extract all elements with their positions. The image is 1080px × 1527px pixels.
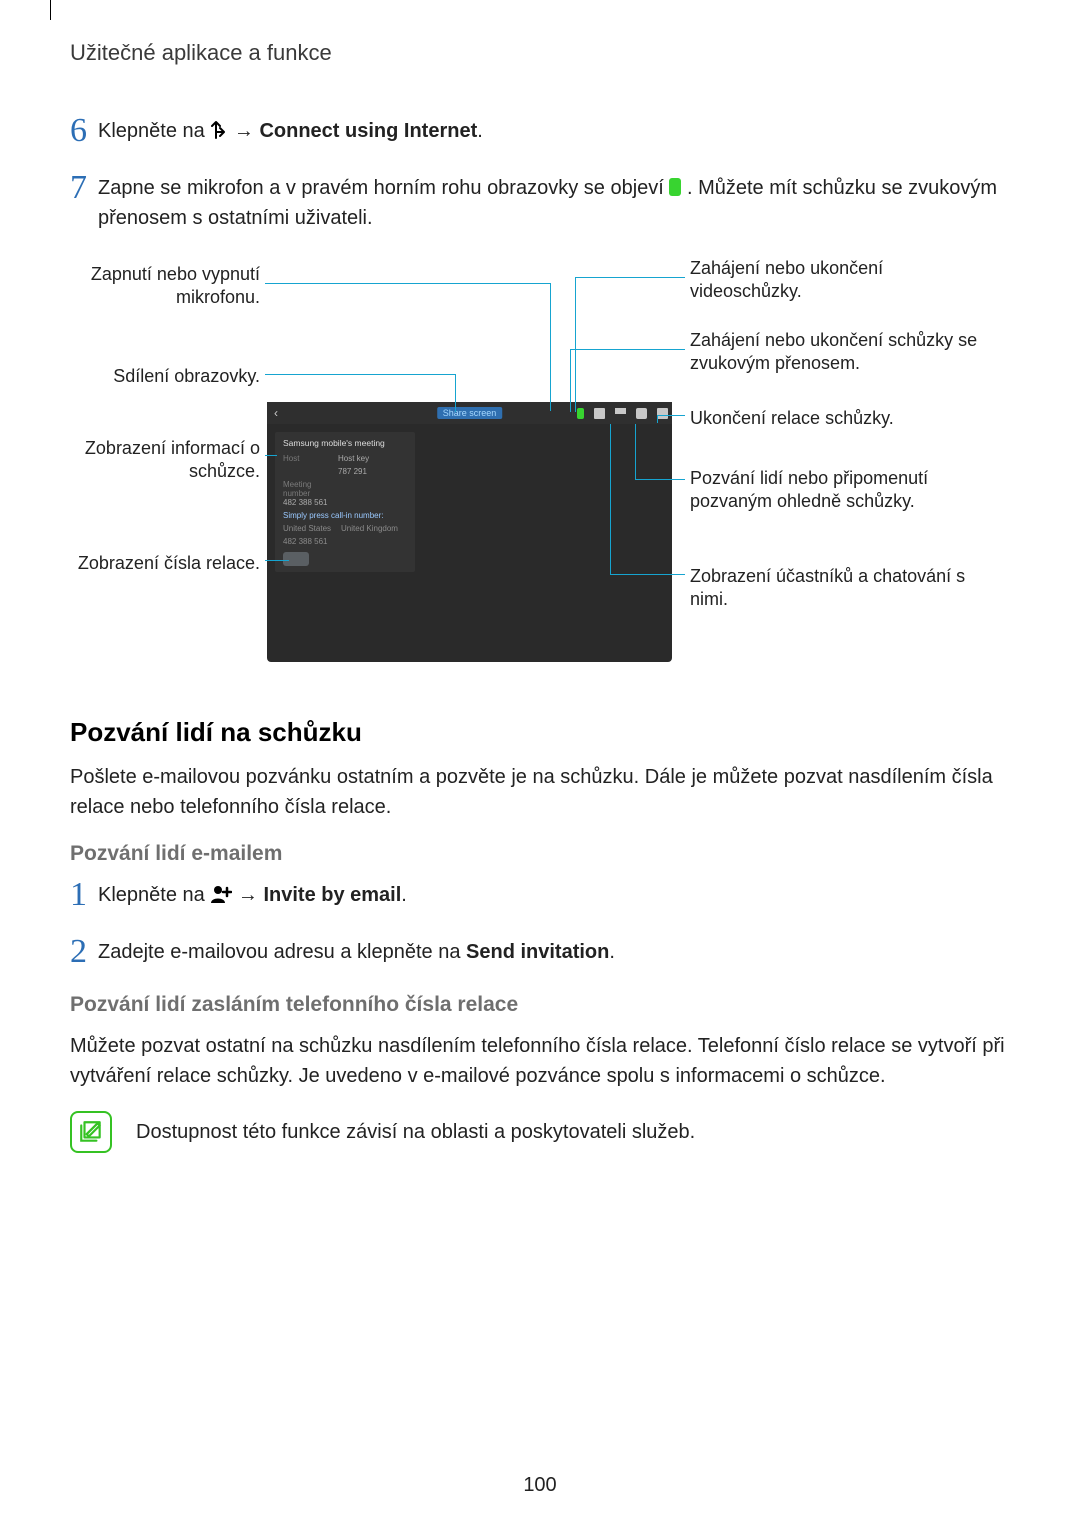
pointer [265,374,455,375]
camera-icon [594,408,605,419]
toolbar-icons [577,408,668,419]
pointer [610,424,611,574]
arrow: → [234,120,254,142]
panel-v: Host key [338,454,369,463]
s2-b: . [609,941,615,963]
pointer [265,455,277,456]
step7-a: Zapne se mikrofon a v pravém horním rohu… [98,177,669,199]
panel-k [283,467,328,476]
panel-k: Host [283,454,328,463]
step-number-2: 2 [70,935,98,969]
s1-prefix: Klepněte na [98,884,210,906]
pointer [610,574,685,575]
meeting-num-label: Meeting number [283,480,328,498]
step-7-body: Zapne se mikrofon a v pravém horním rohu… [98,173,1010,233]
add-person-icon [636,408,647,419]
s1-suffix: . [401,884,407,906]
pointer [570,349,685,350]
phone-row: United States United Kingdom [283,524,407,533]
step6-prefix: Klepněte na [98,120,210,142]
page-number: 100 [0,1474,1080,1497]
phone-c1: United States [283,524,331,533]
top-margin-rule [50,0,51,20]
sub1-step-1: 1 Klepněte na → Invite by email. [70,880,1010,913]
pointer [550,283,551,411]
panel-row: Host Host key [283,454,407,463]
sub1-step2-body: Zadejte e-mailovou adresu a klepněte na … [98,937,1010,967]
page-content: Užitečné aplikace a funkce 6 Klepněte na… [0,0,1080,1153]
pointer [657,415,658,423]
panel-v: 787 291 [338,467,367,476]
pointer [265,560,289,561]
arrow: → [238,884,258,906]
note-row: Dostupnost této funkce závisí na oblasti… [70,1111,1010,1153]
s2-a: Zadejte e-mailovou adresu a klepněte na [98,941,466,963]
panel-row: 787 291 [283,467,407,476]
page-header: Užitečné aplikace a funkce [70,40,1010,66]
sub1-title: Pozvání lidí e-mailem [70,842,1010,866]
pointer [455,374,456,412]
pointer [635,424,636,479]
note-icon [70,1111,112,1153]
sub1-step-2: 2 Zadejte e-mailovou adresu a klepněte n… [70,937,1010,969]
mic-indicator-icon [669,178,681,196]
pointer [570,349,571,412]
callout-invite-people: Pozvání lidí nebo připomenutí pozvaným o… [690,467,990,514]
phone-c1: 482 388 561 [283,537,328,546]
dial-in-badge [283,552,309,566]
participants-icon [615,408,626,419]
step-number-6: 6 [70,114,98,148]
pointer [657,415,685,416]
phone-c2: United Kingdom [341,524,398,533]
sub2-title: Pozvání lidí zasláním telefonního čísla … [70,993,1010,1017]
mic-icon [577,408,584,419]
step-6: 6 Klepněte na → Connect using Internet. [70,116,1010,149]
exit-icon [657,408,668,419]
annotated-figure: Zapnutí nebo vypnutí mikrofonu. Sdílení … [70,257,1010,677]
panel-title: Samsung mobile's meeting [283,438,407,448]
callout-share-screen: Sdílení obrazovky. [70,365,260,388]
add-person-icon [210,883,232,913]
callout-audio-call: Zahájení nebo ukončení schůzky se zvukov… [690,329,990,376]
pointer [635,479,685,480]
step-6-body: Klepněte na → Connect using Internet. [98,116,1010,149]
callout-meeting-info: Zobrazení informací o schůzce. [70,437,260,484]
section-body: Pošlete e-mailovou pozvánku ostatním a p… [70,762,1010,822]
meeting-info-panel: Samsung mobile's meeting Host Host key 7… [275,432,415,572]
connection-icon [210,119,228,149]
join-line: Simply press call-in number: [283,511,407,520]
tablet-mockup: ‹ Share screen Samsung mobile's meeting … [267,402,672,662]
s1-bold: Invite by email [263,884,401,906]
meeting-num: 482 388 561 [283,498,407,507]
sub2-body: Můžete pozvat ostatní na schůzku nasdíle… [70,1031,1010,1091]
pointer [265,283,550,284]
share-screen-button: Share screen [437,407,503,419]
step6-suffix: . [477,120,483,142]
callout-session-number: Zobrazení čísla relace. [70,552,260,575]
section-title: Pozvání lidí na schůzku [70,717,1010,748]
sub1-step1-body: Klepněte na → Invite by email. [98,880,1010,913]
pointer [575,277,576,412]
note-text: Dostupnost této funkce závisí na oblasti… [136,1117,695,1147]
pointer [575,277,685,278]
step6-bold: Connect using Internet [259,120,477,142]
callout-end-session: Ukončení relace schůzky. [690,407,990,430]
step-7: 7 Zapne se mikrofon a v pravém horním ro… [70,173,1010,233]
back-icon: ‹ [267,406,285,420]
callout-mic-toggle: Zapnutí nebo vypnutí mikrofonu. [70,263,260,310]
tablet-toolbar: ‹ Share screen [267,402,672,424]
step-number-1: 1 [70,878,98,912]
step-number-7: 7 [70,171,98,205]
callout-video-call: Zahájení nebo ukončení videoschůzky. [690,257,990,304]
s2-bold: Send invitation [466,941,609,963]
phone-row: 482 388 561 [283,537,407,546]
callout-participants: Zobrazení účastníků a chatování s nimi. [690,565,990,612]
